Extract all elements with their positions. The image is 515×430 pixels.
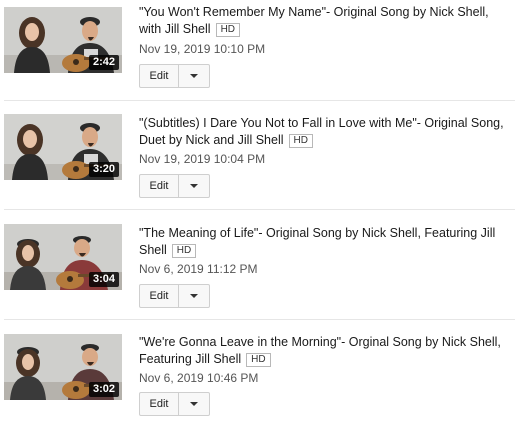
- video-list: 2:42 "You Won't Remember My Name"- Origi…: [0, 0, 515, 418]
- video-title-text[interactable]: "We're Gonna Leave in the Morning"- Orgi…: [139, 335, 501, 366]
- divider: [4, 209, 515, 210]
- upload-date: Nov 19, 2019 10:04 PM: [139, 152, 266, 166]
- video-title-text[interactable]: "(Subtitles) I Dare You Not to Fall in L…: [139, 116, 504, 147]
- video-thumbnail[interactable]: 3:04: [4, 224, 122, 290]
- chevron-down-icon: [190, 402, 198, 406]
- duration-badge: 2:42: [88, 55, 119, 70]
- edit-button[interactable]: Edit: [140, 65, 179, 87]
- edit-dropdown-button[interactable]: [179, 65, 209, 87]
- edit-button[interactable]: Edit: [140, 285, 179, 307]
- upload-date: Nov 6, 2019 10:46 PM: [139, 371, 259, 385]
- video-title[interactable]: "The Meaning of Life"- Original Song by …: [139, 225, 509, 259]
- edit-button-group: Edit: [139, 64, 210, 88]
- edit-button-group: Edit: [139, 284, 210, 308]
- video-title-text[interactable]: "You Won't Remember My Name"- Original S…: [139, 5, 489, 36]
- video-thumbnail[interactable]: 2:42: [4, 7, 122, 73]
- divider: [4, 319, 515, 320]
- edit-dropdown-button[interactable]: [179, 285, 209, 307]
- hd-badge: HD: [246, 353, 271, 367]
- duration-badge: 3:02: [88, 382, 119, 397]
- chevron-down-icon: [190, 294, 198, 298]
- list-item: 2:42 "You Won't Remember My Name"- Origi…: [0, 0, 515, 103]
- duration-badge: 3:20: [88, 162, 119, 177]
- hd-badge: HD: [215, 23, 241, 37]
- hd-badge: HD: [288, 134, 313, 148]
- chevron-down-icon: [190, 184, 198, 188]
- edit-button[interactable]: Edit: [140, 393, 179, 415]
- video-thumbnail[interactable]: 3:20: [4, 114, 122, 180]
- upload-date: Nov 6, 2019 11:12 PM: [139, 262, 258, 276]
- edit-button-group: Edit: [139, 174, 210, 198]
- list-item: 3:20 "(Subtitles) I Dare You Not to Fall…: [0, 107, 515, 210]
- edit-dropdown-button[interactable]: [179, 175, 209, 197]
- upload-date: Nov 19, 2019 10:10 PM: [139, 42, 266, 56]
- hd-badge: HD: [171, 244, 197, 258]
- video-title[interactable]: "(Subtitles) I Dare You Not to Fall in L…: [139, 115, 509, 149]
- list-item: 3:02 "We're Gonna Leave in the Morning"-…: [0, 327, 515, 430]
- video-title[interactable]: "We're Gonna Leave in the Morning"- Orgi…: [139, 334, 509, 368]
- duration-badge: 3:04: [88, 272, 119, 287]
- divider: [4, 100, 515, 101]
- edit-dropdown-button[interactable]: [179, 393, 209, 415]
- edit-button[interactable]: Edit: [140, 175, 179, 197]
- chevron-down-icon: [190, 74, 198, 78]
- video-thumbnail[interactable]: 3:02: [4, 334, 122, 400]
- edit-button-group: Edit: [139, 392, 210, 416]
- list-item: 3:04 "The Meaning of Life"- Original Son…: [0, 217, 515, 320]
- video-title[interactable]: "You Won't Remember My Name"- Original S…: [139, 4, 509, 38]
